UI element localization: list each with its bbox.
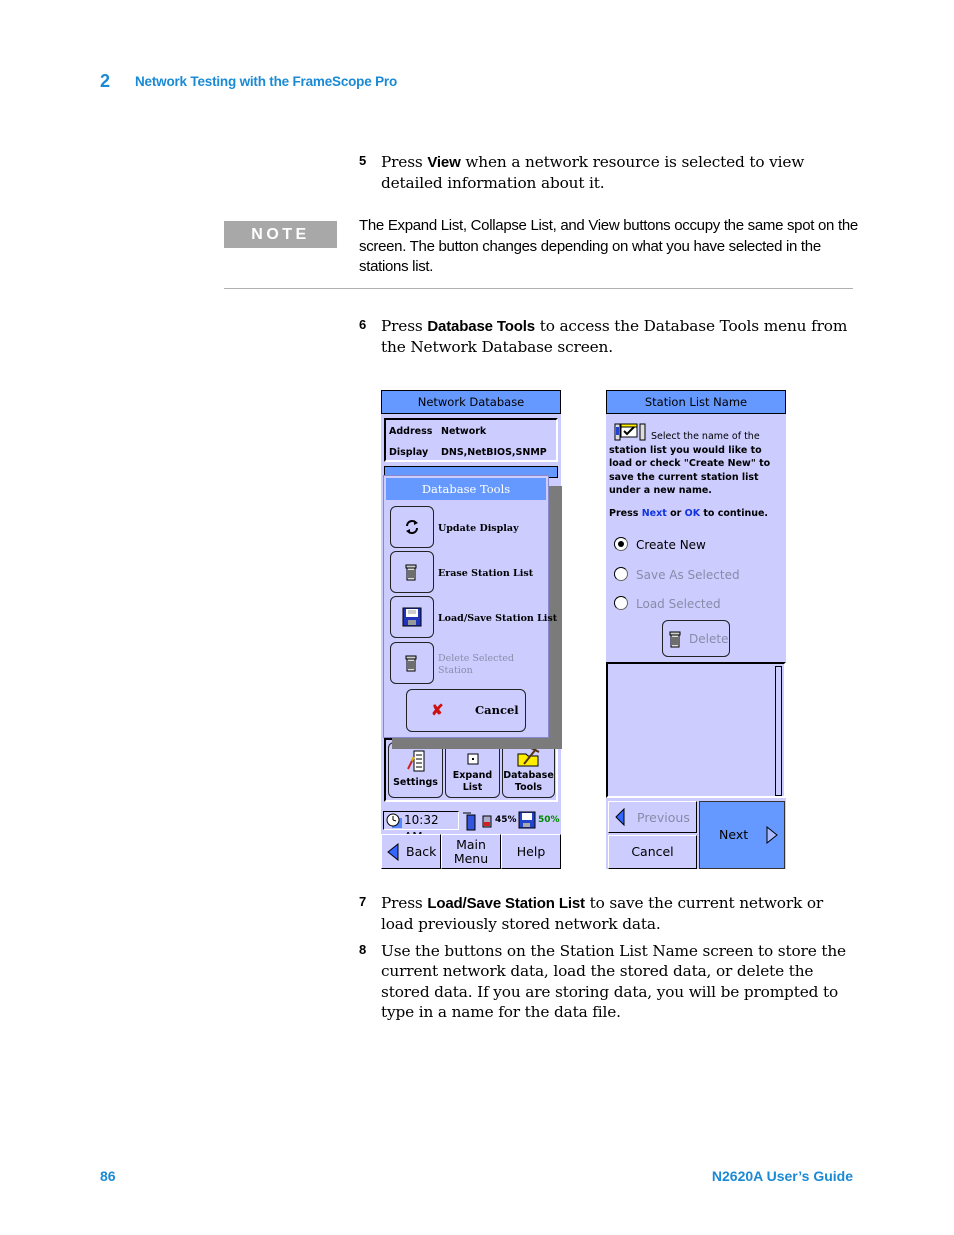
update-display-button[interactable]	[390, 506, 434, 548]
settings-icon	[406, 750, 424, 772]
nav-bar: Back Main Menu Help	[381, 834, 561, 869]
radio-selected[interactable]	[614, 537, 628, 551]
screen-title: Network Database	[381, 390, 561, 414]
clock: 10:32 AM	[383, 811, 459, 844]
erase-station-list-label: Erase Station List	[438, 568, 534, 579]
battery-level: 45%	[495, 815, 517, 825]
delete-selected-station-label: Delete Selected Station	[438, 653, 514, 676]
expand-list-button[interactable]: Expand List	[445, 742, 500, 798]
refresh-icon	[406, 520, 418, 534]
delete-selected-station-button[interactable]	[390, 642, 434, 684]
station-list-name-screen: Station List Name Select the name of the…	[606, 390, 786, 869]
close-icon: ✘	[431, 701, 444, 719]
main-menu-button[interactable]: Main Menu	[441, 834, 501, 869]
erase-station-list-button[interactable]	[390, 551, 434, 593]
save-as-selected-option[interactable]: Save As Selected	[614, 567, 740, 582]
step-text: Press Database Tools to access the Datab…	[381, 317, 848, 357]
back-button[interactable]: Back	[381, 834, 441, 869]
instructions: Select the name of the station list you …	[609, 431, 771, 497]
handheld-icon	[463, 812, 476, 831]
address-row: Address Network	[389, 426, 487, 437]
trash-icon	[669, 631, 681, 648]
load-selected-option[interactable]: Load Selected	[614, 596, 721, 611]
note-text: The Expand List, Collapse List, and View…	[359, 217, 858, 275]
previous-button[interactable]: Previous	[608, 801, 697, 833]
note-label: NOTE	[224, 221, 337, 248]
step-text: Press Load/Save Station List to save the…	[381, 894, 824, 934]
floppy-disk-icon	[402, 607, 422, 627]
page-number: 86	[100, 1168, 116, 1184]
step-number: 8	[359, 942, 367, 957]
database-tools-menu: Database Tools Update Display Erase Stat…	[383, 475, 557, 738]
continue-hint: Press Next or OK to continue.	[609, 508, 769, 519]
screen-title: Station List Name	[606, 390, 786, 414]
cancel-button[interactable]: ✘ Cancel	[406, 689, 526, 732]
expand-icon	[467, 753, 478, 765]
trash-icon	[405, 564, 417, 581]
update-display-label: Update Display	[438, 523, 519, 534]
load-save-station-list-button[interactable]	[390, 596, 434, 638]
station-list-box[interactable]	[606, 662, 786, 798]
radio[interactable]	[614, 596, 628, 610]
database-tools-icon	[517, 747, 539, 767]
back-arrow-icon	[387, 843, 399, 861]
previous-arrow-icon	[615, 808, 625, 826]
guide-name: N2620A User’s Guide	[711, 1168, 853, 1184]
chapter-number: 2	[100, 71, 111, 91]
next-arrow-icon	[766, 826, 778, 844]
next-button[interactable]: Next	[699, 801, 785, 869]
step-number: 7	[359, 894, 367, 909]
database-tools-button[interactable]: Database Tools	[502, 742, 555, 798]
step-text: Press View when a network resource is se…	[381, 153, 805, 193]
battery-icon	[482, 815, 492, 828]
settings-button[interactable]: Settings	[388, 742, 443, 798]
divider	[224, 288, 853, 289]
info-panel: Address Network Display DNS,NetBIOS,SNMP	[384, 418, 558, 462]
delete-button[interactable]: Delete	[662, 620, 730, 657]
load-save-station-list-label: Load/Save Station List	[438, 613, 558, 624]
clock-icon	[386, 813, 402, 828]
display-row: Display DNS,NetBIOS,SNMP	[389, 447, 547, 458]
help-button[interactable]: Help	[501, 834, 561, 869]
trash-icon	[405, 655, 417, 672]
step-number: 6	[359, 317, 367, 332]
chapter-title: Network Testing with the FrameScope Pro	[135, 74, 397, 89]
radio[interactable]	[614, 567, 628, 581]
create-new-option[interactable]: Create New	[614, 537, 706, 552]
storage-card-icon	[518, 811, 536, 829]
storage-level: 50%	[538, 815, 560, 825]
step-text: Use the buttons on the Station List Name…	[381, 942, 846, 1021]
step-number: 5	[359, 153, 367, 168]
status-bar: 10:32 AM 45% 50%	[381, 810, 561, 844]
cancel-button[interactable]: Cancel	[608, 835, 697, 869]
menu-title: Database Tools	[386, 478, 546, 500]
scrollbar[interactable]	[775, 666, 782, 796]
